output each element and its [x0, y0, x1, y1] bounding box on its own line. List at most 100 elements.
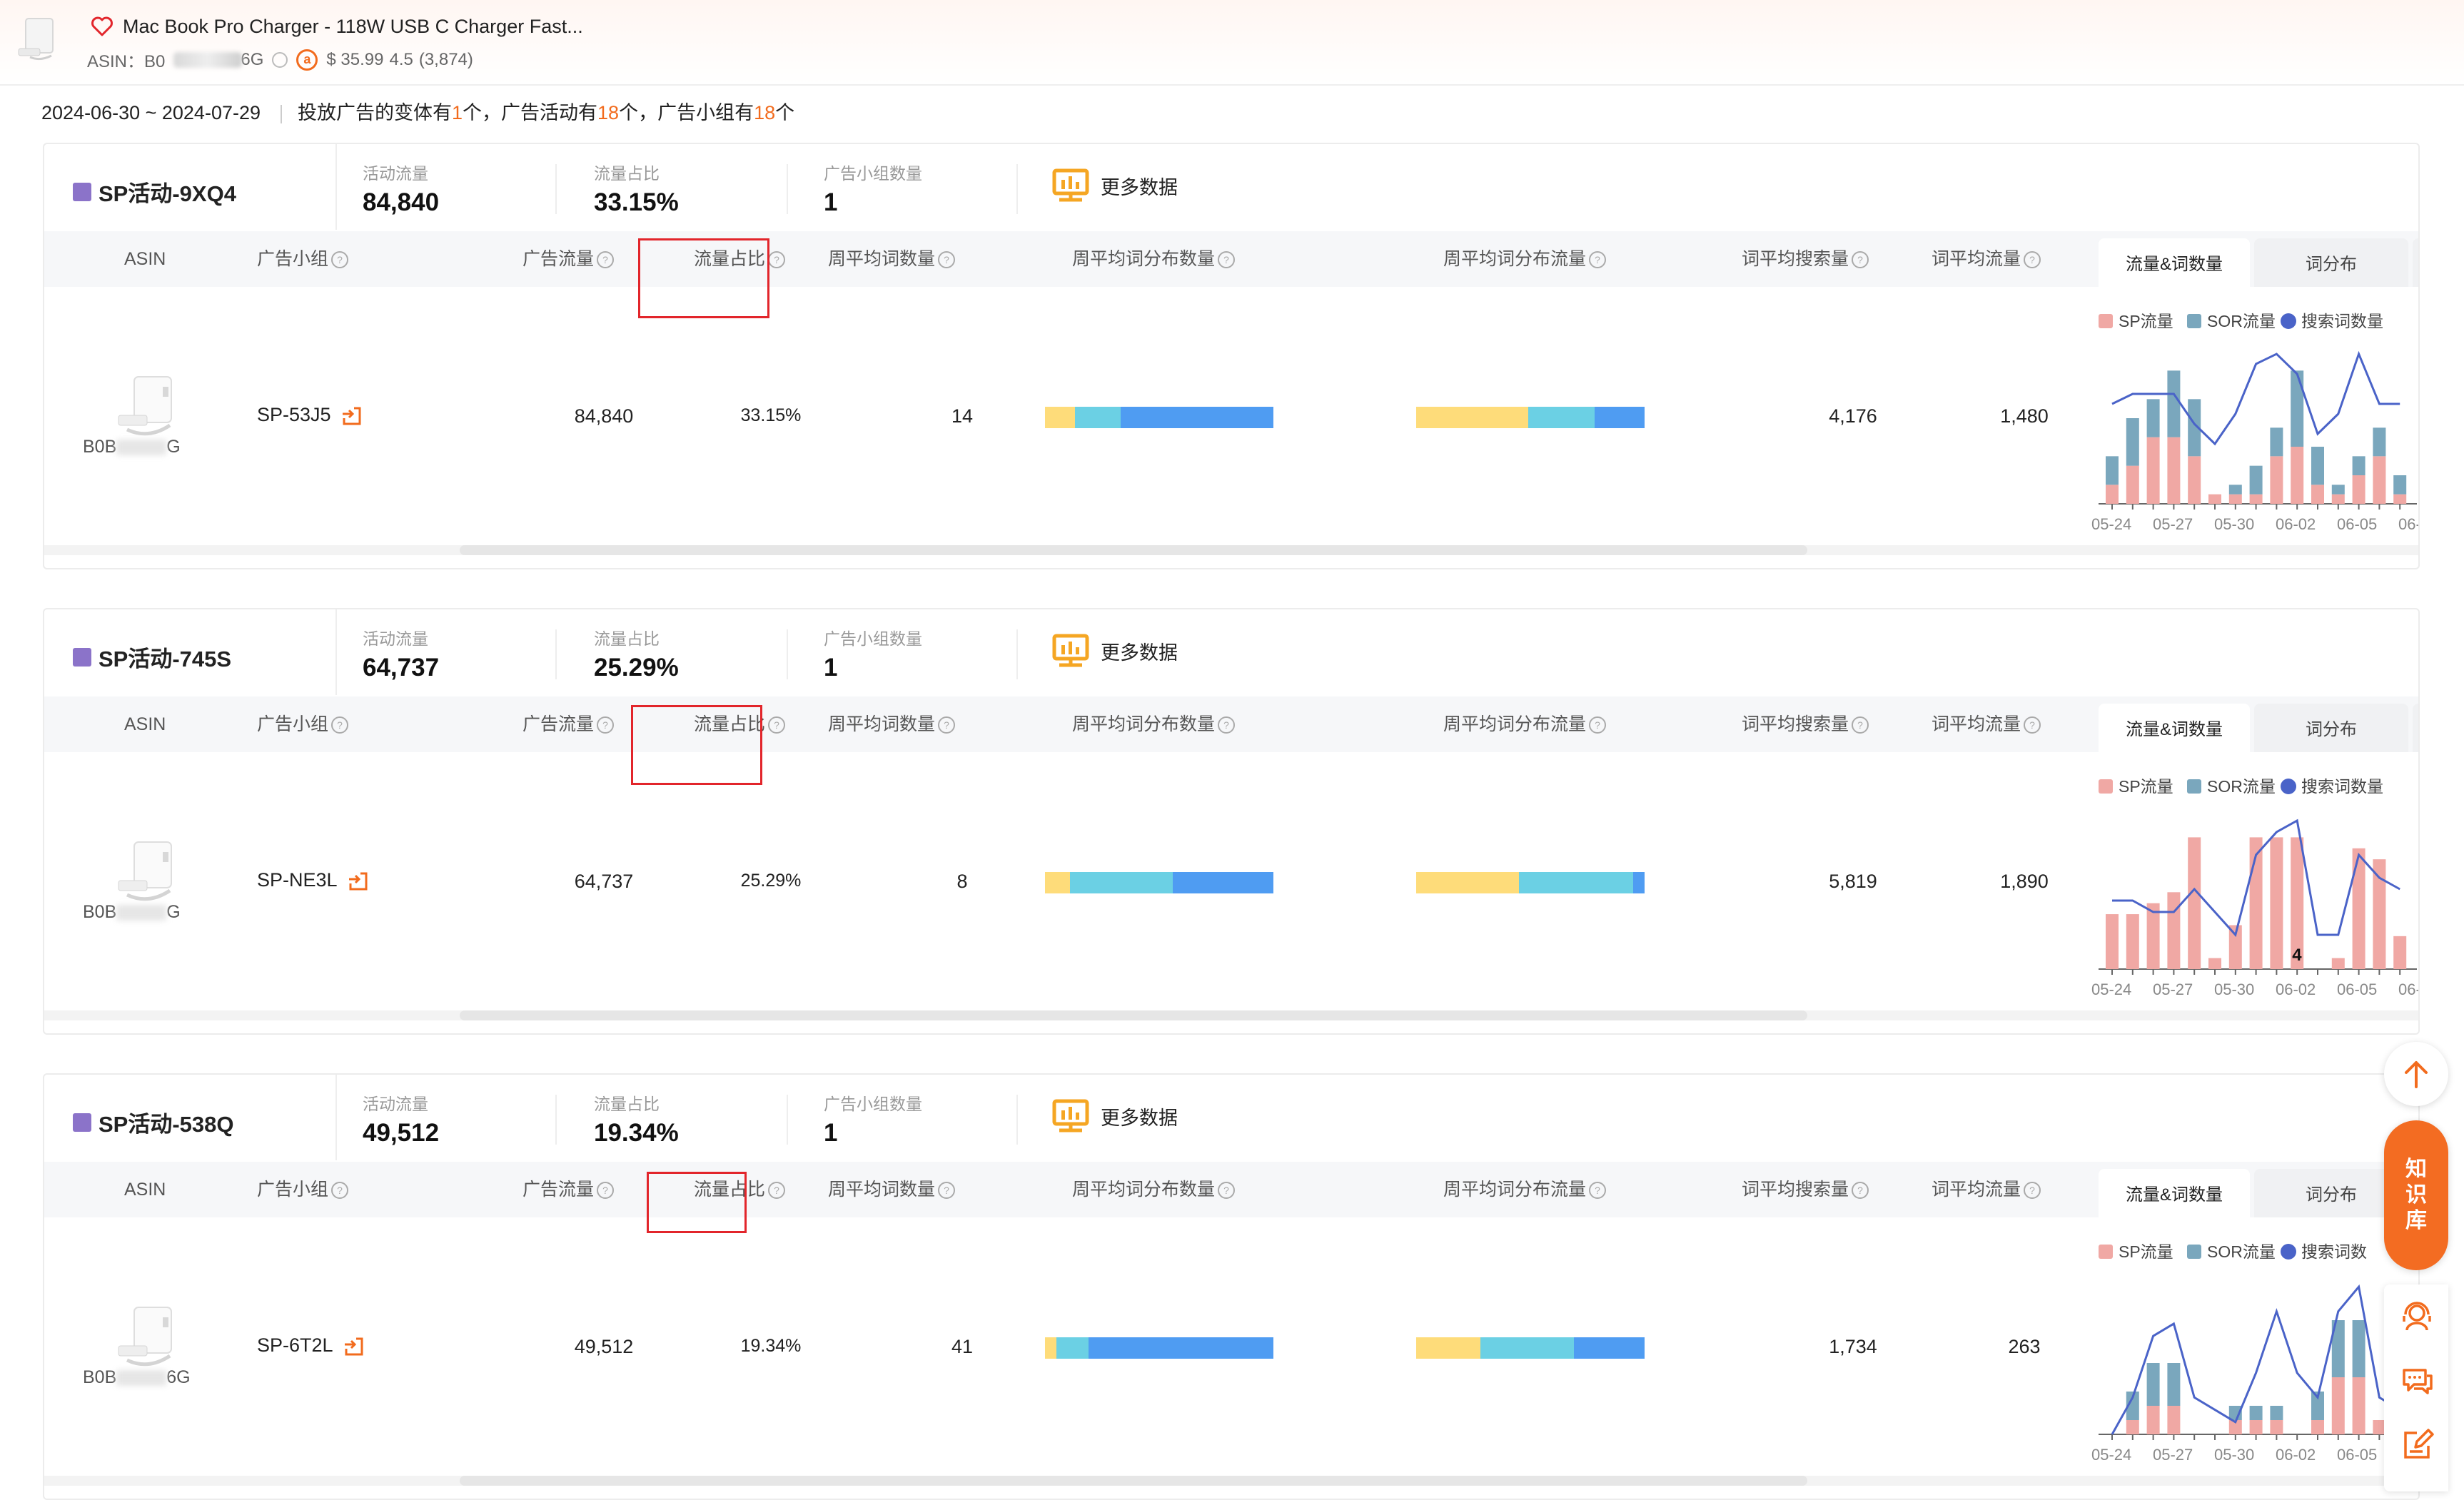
help-icon[interactable]: ?	[1852, 1182, 1869, 1200]
campaign-share-label: 流量占比	[594, 1095, 660, 1113]
help-icon[interactable]: ?	[768, 716, 786, 734]
asin-prefix: B0B	[83, 1367, 117, 1387]
scrollbar-thumb[interactable]	[460, 1010, 1807, 1020]
help-icon[interactable]: ?	[2024, 1182, 2041, 1200]
tab-keyword-distribution[interactable]: 词分布	[2254, 704, 2409, 752]
weekly-dist-traffic-bar[interactable]	[1416, 1337, 1645, 1359]
more-data-button[interactable]: 更多数据	[1052, 168, 1178, 203]
scrollbar-thumb[interactable]	[460, 1476, 1807, 1486]
help-icon[interactable]: ?	[331, 716, 349, 734]
legend-sp-traffic[interactable]: SP流量	[2119, 1242, 2173, 1261]
col-weekly-dist-count: 周平均词分布数量?	[1072, 231, 1236, 287]
product-reviews: (3,874)	[418, 49, 473, 69]
amazon-icon[interactable]: a	[296, 49, 318, 71]
legend-sor-traffic[interactable]: SOR流量	[2207, 1242, 2276, 1261]
help-icon[interactable]: ?	[1218, 716, 1236, 734]
weekly-dist-count-bar[interactable]	[1045, 872, 1273, 893]
sor-traffic-bar	[2249, 1406, 2263, 1420]
product-thumbnail[interactable]	[16, 16, 63, 63]
legend-keyword-count[interactable]: 搜索词数	[2301, 1242, 2367, 1261]
tab-traffic-keywords[interactable]: 流量&词数量	[2099, 238, 2251, 287]
legend-sp-traffic[interactable]: SP流量	[2119, 312, 2173, 330]
campaign-card: SP活动-745S 活动流量 64,737 流量占比 25.29% 广告小组数量 1 更多数据…	[43, 608, 2420, 1035]
help-icon[interactable]: ?	[597, 251, 615, 269]
ad-group-name[interactable]: SP-6T2L	[257, 1334, 333, 1356]
help-icon[interactable]: ?	[2024, 251, 2041, 269]
campaign-name[interactable]: SP活动-745S	[73, 641, 231, 673]
help-icon[interactable]: ?	[331, 1182, 349, 1200]
legend-keyword-count[interactable]: 搜索词数量	[2301, 777, 2383, 796]
help-icon[interactable]: ?	[2024, 716, 2041, 734]
more-data-button[interactable]: 更多数据	[1052, 1099, 1178, 1133]
tab-traffic-keywords[interactable]: 流量&词数量	[2099, 704, 2251, 752]
col-avg-search-volume-label: 词平均搜索量	[1742, 1180, 1849, 1200]
weekly-dist-count-bar[interactable]	[1045, 1337, 1273, 1359]
sp-traffic-bar	[2331, 1377, 2345, 1434]
legend-sor-traffic[interactable]: SOR流量	[2207, 777, 2276, 796]
campaign-group-count: 广告小组数量 1	[824, 625, 922, 682]
traffic-keyword-chart[interactable]: SP流量SOR流量搜索词数05-2405-2705-3006-0206-0506…	[2089, 1217, 2418, 1474]
feedback-icon[interactable]	[2400, 1427, 2434, 1461]
help-icon[interactable]: ?	[1589, 716, 1607, 734]
campaign-group-count-label: 广告小组数量	[824, 629, 922, 648]
tab-more-partial[interactable]	[2413, 704, 2418, 752]
help-icon[interactable]: ?	[1852, 251, 1869, 269]
divider	[555, 1095, 557, 1145]
tab-traffic-keywords[interactable]: 流量&词数量	[2099, 1169, 2251, 1217]
help-icon[interactable]: ?	[1218, 251, 1236, 269]
more-data-button[interactable]: 更多数据	[1052, 634, 1178, 668]
col-ad-group: 广告小组?	[257, 1162, 349, 1217]
campaign-name[interactable]: SP活动-9XQ4	[73, 176, 236, 208]
asin-value[interactable]: B0B 6G	[83, 1367, 191, 1388]
help-icon[interactable]: ?	[331, 251, 349, 269]
col-ad-traffic-label: 广告流量	[522, 1180, 595, 1200]
weekly-dist-traffic-bar[interactable]	[1416, 872, 1645, 893]
tab-keyword-distribution[interactable]: 词分布	[2254, 238, 2409, 287]
help-icon[interactable]: ?	[1589, 251, 1607, 269]
help-icon[interactable]: ?	[1589, 1182, 1607, 1200]
traffic-share-value: 19.34%	[740, 1336, 802, 1356]
tab-more-partial[interactable]	[2413, 238, 2418, 287]
legend-sor-traffic[interactable]: SOR流量	[2207, 312, 2276, 330]
sp-traffic-bar	[2311, 485, 2324, 504]
copy-icon[interactable]	[272, 51, 288, 68]
asin-value[interactable]: B0B G	[83, 902, 181, 923]
horizontal-scrollbar[interactable]	[44, 1476, 2418, 1486]
help-icon[interactable]: ?	[768, 251, 786, 269]
help-icon[interactable]: ?	[1218, 1182, 1236, 1200]
traffic-keyword-chart[interactable]: SP流量 SOR流量 搜索词数量 4 05-24 05-27 05-30 06-02 06-05…	[2089, 752, 2418, 1009]
horizontal-scrollbar[interactable]	[44, 1010, 2418, 1020]
product-title[interactable]: Mac Book Pro Charger - 118W USB C Charge…	[123, 16, 583, 38]
open-link-icon[interactable]	[348, 871, 369, 892]
back-to-top-button[interactable]	[2384, 1042, 2448, 1106]
ad-group-name[interactable]: SP-NE3L	[257, 869, 338, 891]
chat-icon[interactable]	[2400, 1364, 2434, 1399]
sp-traffic-bar	[2188, 456, 2201, 504]
weekly-dist-count-bar[interactable]	[1045, 407, 1273, 428]
knowledge-base-button[interactable]: 知识库	[2384, 1120, 2448, 1270]
help-icon[interactable]: ?	[597, 716, 615, 734]
help-icon[interactable]: ?	[597, 1182, 615, 1200]
campaign-traffic-value: 84,840	[363, 188, 440, 216]
asin-value[interactable]: B0B G	[83, 437, 181, 457]
legend-keyword-count[interactable]: 搜索词数量	[2301, 312, 2383, 330]
open-link-icon[interactable]	[343, 1336, 365, 1357]
sp-traffic-bar	[2393, 936, 2407, 969]
weekly-dist-traffic-bar[interactable]	[1416, 407, 1645, 428]
traffic-keyword-chart[interactable]: SP流量 SOR流量 搜索词数量 05-24 05-27 05-30 06-02 06-05 0…	[2089, 287, 2418, 544]
campaign-name[interactable]: SP活动-538Q	[73, 1106, 234, 1138]
divider	[335, 609, 337, 695]
help-icon[interactable]: ?	[938, 1182, 956, 1200]
help-icon[interactable]: ?	[768, 1182, 786, 1200]
favorite-heart-icon[interactable]	[90, 14, 114, 39]
product-rating: 4.5	[389, 49, 413, 69]
help-icon[interactable]: ?	[938, 251, 956, 269]
open-link-icon[interactable]	[341, 405, 363, 427]
help-icon[interactable]: ?	[1852, 716, 1869, 734]
help-icon[interactable]: ?	[938, 716, 956, 734]
scrollbar-thumb[interactable]	[460, 545, 1807, 555]
legend-sp-traffic[interactable]: SP流量	[2119, 777, 2173, 796]
customer-service-icon[interactable]	[2400, 1299, 2434, 1333]
horizontal-scrollbar[interactable]	[44, 545, 2418, 555]
ad-group-name[interactable]: SP-53J5	[257, 404, 331, 425]
